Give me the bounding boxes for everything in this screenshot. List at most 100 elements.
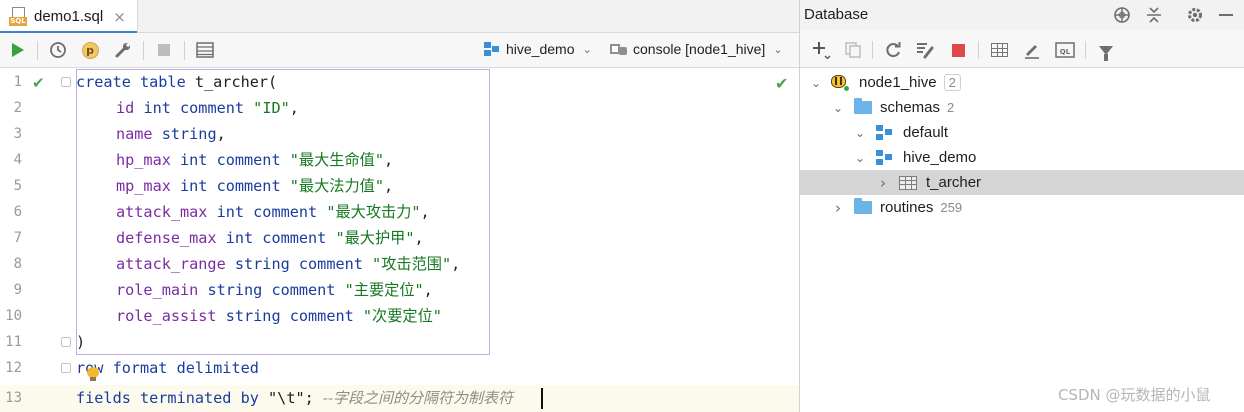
- code-line-7: defense_max int comment "最大护甲",: [116, 229, 424, 247]
- chevron-down-icon[interactable]: ⌄: [853, 126, 867, 140]
- child-count: 2: [947, 100, 955, 115]
- statement-success-check-icon: ✔: [32, 74, 45, 92]
- code-text-area[interactable]: create table t_archer( id int comment "I…: [76, 69, 799, 412]
- globe-icon[interactable]: [1112, 5, 1132, 25]
- lightbulb-icon[interactable]: [87, 367, 99, 381]
- line-number: 3: [13, 126, 22, 142]
- stop-icon[interactable]: [947, 39, 969, 61]
- folder-icon: [854, 198, 872, 214]
- toolbar-divider: [37, 41, 38, 60]
- child-count-badge: 2: [943, 74, 961, 91]
- toolbar-divider: [872, 41, 873, 59]
- database-tree: ⌄ node1_hive 2 ⌄ schemas 2 ⌄ default ⌄ h…: [800, 69, 1244, 412]
- svg-text:QL: QL: [1060, 48, 1071, 56]
- toolbar-divider: [143, 41, 144, 60]
- tree-node-routines[interactable]: › routines 259: [800, 195, 1244, 220]
- fold-toggle-icon[interactable]: [61, 77, 71, 87]
- tree-node-node1-hive[interactable]: ⌄ node1_hive 2: [800, 70, 1244, 95]
- stop-button[interactable]: [153, 39, 175, 61]
- filter-icon[interactable]: [1095, 39, 1117, 61]
- code-line-13: fields terminated by "\t"; --字段之间的分隔符为制表…: [76, 389, 514, 407]
- schema-selector[interactable]: hive_demo ⌄: [484, 41, 592, 57]
- chevron-right-icon[interactable]: ›: [831, 199, 845, 217]
- table-icon: [899, 175, 917, 190]
- tab-label: demo1.sql: [34, 8, 104, 25]
- fold-toggle-icon[interactable]: [61, 363, 71, 373]
- code-line-4: hp_max int comment "最大生命值",: [116, 151, 394, 169]
- history-button[interactable]: [47, 39, 69, 61]
- play-icon: [12, 43, 24, 57]
- chevron-down-icon[interactable]: ⌄: [853, 151, 867, 165]
- tree-node-label: t_archer: [926, 174, 982, 191]
- query-console-icon[interactable]: QL: [1054, 39, 1076, 61]
- console-selector[interactable]: console [node1_hive] ⌄: [610, 41, 783, 57]
- code-line-2: id int comment "ID",: [116, 99, 299, 117]
- p-badge-icon: p: [81, 41, 99, 59]
- close-tab-icon[interactable]: ×: [113, 8, 126, 26]
- chevron-down-icon: ⌄: [773, 42, 783, 56]
- code-editor[interactable]: 1 2 3 4 5 6 7 8 9 10 11 12 13 ✔ create t…: [0, 69, 799, 412]
- tab-demo1-sql[interactable]: SQL demo1.sql ×: [0, 0, 138, 34]
- settings-wrench-button[interactable]: [112, 39, 134, 61]
- code-line-1: create table t_archer(: [76, 73, 278, 91]
- line-number: 13: [5, 390, 22, 406]
- line-number: 7: [13, 230, 22, 246]
- tree-node-default[interactable]: ⌄ default: [800, 120, 1244, 145]
- stop-icon: [158, 44, 170, 56]
- code-line-8: attack_range string comment "攻击范围",: [116, 255, 461, 273]
- gear-icon[interactable]: [1185, 5, 1205, 25]
- chevron-down-icon: ⌄: [582, 42, 592, 56]
- schema-settings-icon[interactable]: [914, 39, 936, 61]
- code-line-9: role_main string comment "主要定位",: [116, 281, 433, 299]
- inspection-ok-check-icon[interactable]: ✔: [775, 74, 788, 93]
- tree-node-label: schemas: [880, 99, 941, 116]
- toolbar-divider: [1085, 41, 1086, 59]
- line-number: 2: [13, 100, 22, 116]
- chevron-down-icon[interactable]: ⌄: [831, 101, 845, 115]
- tree-node-label: node1_hive: [859, 74, 937, 91]
- tree-node-label: default: [903, 124, 949, 141]
- clock-icon: [50, 42, 66, 58]
- sql-editor-pane: SQL demo1.sql × p hive_demo ⌄ console [n…: [0, 0, 799, 412]
- minimize-icon[interactable]: [1216, 5, 1236, 25]
- toolbar-divider: [978, 41, 979, 59]
- refresh-icon[interactable]: [882, 39, 904, 61]
- line-number: 9: [13, 282, 22, 298]
- line-number: 8: [13, 256, 22, 272]
- schema-selector-label: hive_demo: [506, 41, 575, 57]
- editor-tab-strip: SQL demo1.sql ×: [0, 0, 799, 34]
- explain-plan-button[interactable]: p: [79, 39, 101, 61]
- execute-button[interactable]: [7, 39, 29, 61]
- chevron-down-icon[interactable]: ⌄: [809, 76, 823, 90]
- duplicate-icon[interactable]: [842, 39, 864, 61]
- code-line-3: name string,: [116, 125, 226, 143]
- code-line-11: ): [76, 333, 86, 351]
- line-number: 4: [13, 152, 22, 168]
- code-line-5: mp_max int comment "最大法力值",: [116, 177, 394, 195]
- schema-icon: [876, 150, 893, 165]
- line-number: 6: [13, 204, 22, 220]
- code-line-6: attack_max int comment "最大攻击力",: [116, 203, 430, 221]
- fold-toggle-icon[interactable]: [61, 337, 71, 347]
- wrench-icon: [115, 42, 131, 58]
- edit-pencil-icon[interactable]: [1021, 39, 1043, 61]
- table-editor-icon[interactable]: [988, 39, 1010, 61]
- folder-icon: [854, 98, 872, 114]
- sql-file-icon: SQL: [9, 6, 27, 27]
- text-caret: [541, 388, 543, 409]
- hive-icon: [831, 74, 850, 92]
- tree-node-hive-demo[interactable]: ⌄ hive_demo: [800, 145, 1244, 170]
- line-number: 11: [5, 334, 22, 350]
- collapse-icon[interactable]: [1144, 5, 1164, 25]
- schema-icon: [484, 42, 500, 56]
- tree-node-t-archer[interactable]: › t_archer: [800, 170, 1244, 195]
- output-button[interactable]: [194, 39, 216, 61]
- watermark: CSDN @玩数据的小鼠: [1058, 386, 1211, 404]
- child-count: 259: [940, 200, 963, 215]
- add-icon[interactable]: [810, 39, 832, 61]
- chevron-right-icon[interactable]: ›: [876, 174, 890, 192]
- toolbar-divider: [184, 41, 185, 60]
- table-output-icon: [196, 42, 214, 58]
- tree-node-schemas[interactable]: ⌄ schemas 2: [800, 95, 1244, 120]
- console-icon: [610, 42, 628, 56]
